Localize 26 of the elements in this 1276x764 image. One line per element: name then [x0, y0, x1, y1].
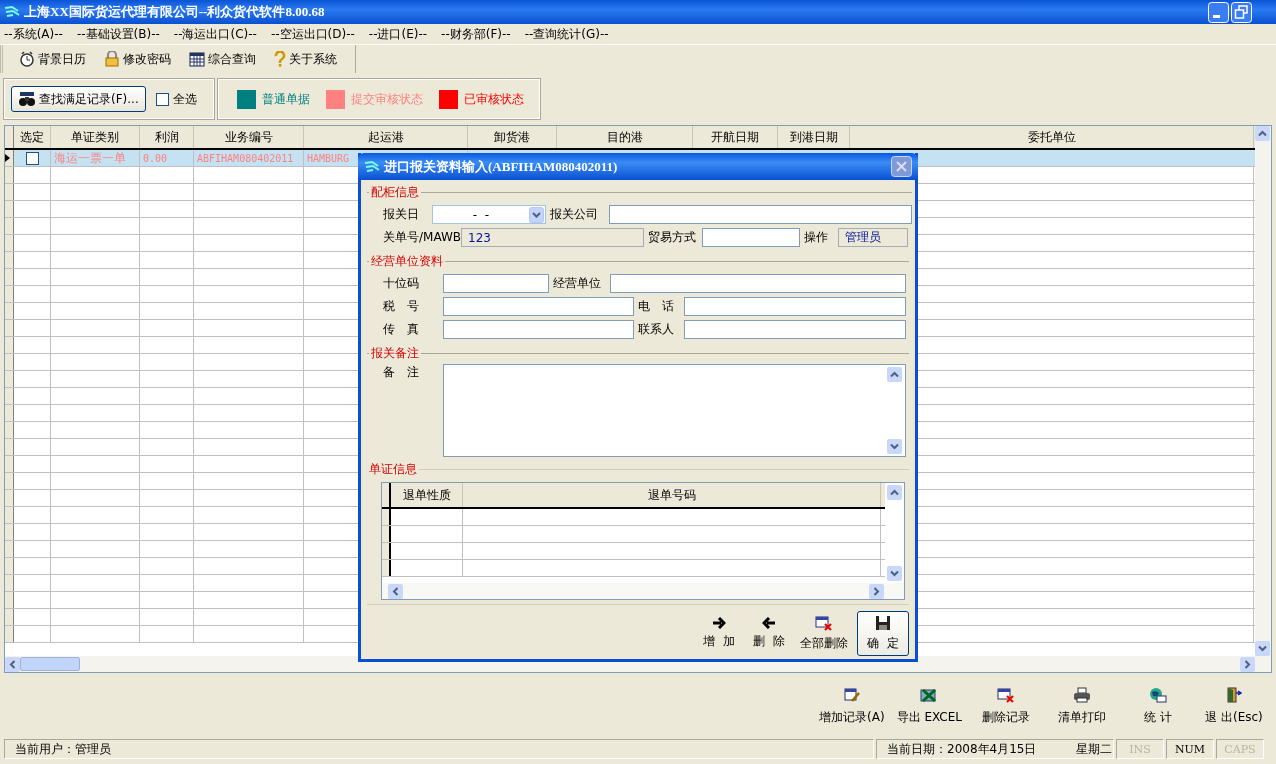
key-indicator: NUM [1166, 739, 1214, 759]
table-cell: 0.00 [140, 150, 194, 166]
current-user: 当前用户：管理员 [4, 739, 874, 759]
table-cell: ABFIHAM080402011 [194, 150, 304, 166]
field-label: 操作 [804, 229, 829, 246]
group-title: 配柜信息 [370, 184, 420, 201]
field-label: 报关公司 [550, 206, 599, 223]
field-label: 报关日 [383, 206, 420, 223]
weekday: 星期二 [1076, 740, 1113, 758]
legend-label: 提交审核状态 [351, 90, 423, 108]
table-cell: 海运一票一单 [51, 150, 140, 166]
field-label: 传 真 [383, 321, 420, 338]
field-label: 税 号 [383, 298, 420, 315]
group-title: 报关备注 [370, 345, 420, 362]
group-title: 单证信息 [368, 461, 418, 478]
legend-label: 已审核状态 [464, 90, 524, 108]
current-date: 当前日期：2008年4月15日 [887, 740, 1037, 758]
field-label: 经营单位 [553, 275, 602, 292]
field-label: 贸易方式 [648, 229, 697, 246]
group-title: 经营单位资料 [370, 253, 444, 270]
field-label: 备 注 [383, 364, 420, 381]
field-label: 电 话 [638, 298, 675, 315]
field-label: 联系人 [638, 321, 675, 338]
window-title: 上海XX国际货运代理有限公司--利众货代软件8.00.68 [24, 3, 325, 21]
legend-label: 普通单据 [262, 90, 310, 108]
field-label: 十位码 [383, 275, 420, 292]
